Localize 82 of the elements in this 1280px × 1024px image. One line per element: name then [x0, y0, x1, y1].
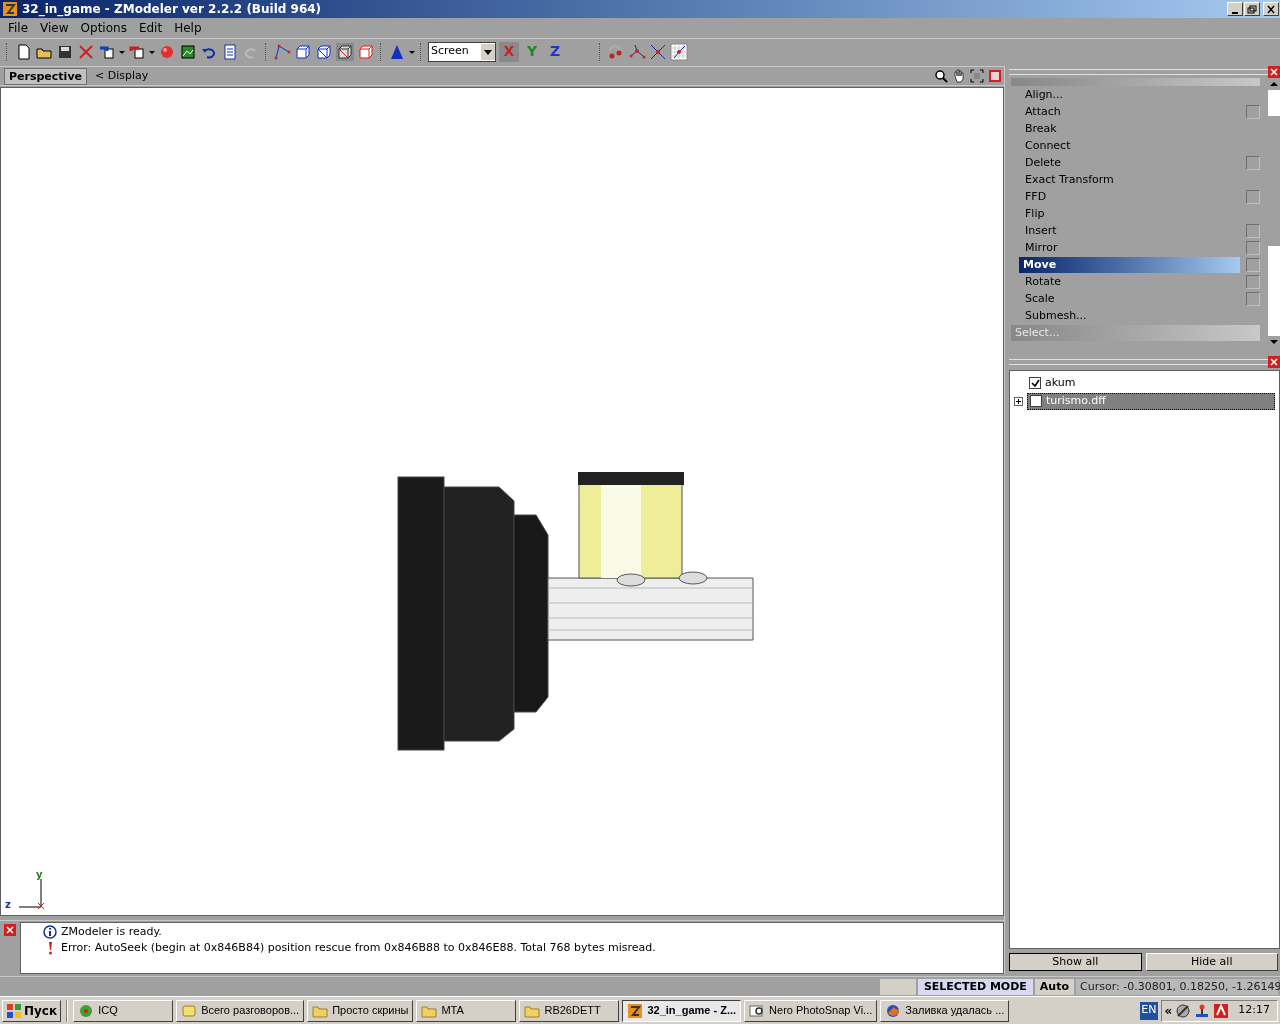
grid-snap-icon[interactable]	[670, 42, 688, 61]
search-icon[interactable]	[934, 69, 948, 83]
taskbar-button[interactable]: RB26DETT	[519, 999, 620, 1022]
expand-icon[interactable]	[1014, 396, 1023, 406]
cube-icon[interactable]	[294, 42, 312, 61]
hand-icon[interactable]	[952, 69, 966, 83]
taskbar-button[interactable]: MTA	[416, 999, 517, 1022]
viewport-tab[interactable]: Perspective	[4, 67, 87, 85]
joystick-icon[interactable]	[1194, 1002, 1211, 1019]
snap-vertex-icon[interactable]	[628, 42, 646, 61]
scroll-thumb[interactable]	[1268, 116, 1280, 246]
start-button[interactable]: Пуск	[2, 999, 62, 1022]
menu-item[interactable]: Options	[74, 19, 133, 37]
coord-dropdown[interactable]: Screen	[428, 41, 496, 62]
taskbar-button[interactable]: ICQ	[73, 999, 174, 1022]
scroll-up-icon[interactable]	[1268, 78, 1280, 90]
modify-command[interactable]: Align...	[1019, 86, 1240, 103]
taskbar-button[interactable]: Просто скрины	[307, 999, 414, 1022]
menu-item[interactable]: Edit	[132, 19, 169, 37]
language-indicator[interactable]: EN	[1140, 1001, 1158, 1020]
app-logo-icon	[2, 1, 18, 17]
snap-indicator: Auto	[1034, 978, 1074, 995]
log-message: Error: AutoSeek (begin at 0x846B84) position rescue from 0x846B88 to 0x846E88. Total 768 bytes misread.	[61, 939, 656, 956]
modify-command[interactable]: Exact Transform	[1019, 171, 1240, 188]
panel-button[interactable]: Hide all	[1145, 953, 1278, 971]
modify-command[interactable]: Submesh...	[1019, 307, 1240, 324]
panel-button[interactable]: Show all	[1009, 953, 1142, 971]
menu-item[interactable]: View	[34, 19, 75, 37]
chat-icon	[181, 1002, 198, 1019]
toggle-box[interactable]	[1246, 104, 1260, 119]
satellite-icon[interactable]	[1175, 1002, 1192, 1019]
menu-item[interactable]: Help	[168, 19, 208, 37]
taskbar-button[interactable]: Всего разговоров...	[176, 999, 305, 1022]
modify-command[interactable]: Break	[1019, 120, 1240, 137]
checkbox[interactable]	[1029, 377, 1041, 389]
tree-item[interactable]: akum	[1027, 374, 1275, 392]
modify-command[interactable]: Delete	[1019, 154, 1240, 171]
toggle-box[interactable]	[1246, 155, 1260, 170]
menu-item[interactable]: File	[2, 19, 35, 37]
axis-label: z	[5, 898, 11, 912]
flower-icon	[78, 1002, 95, 1019]
cube-icon[interactable]	[315, 42, 333, 61]
taskbar-button[interactable]: Nero PhotoSnap Vi...	[744, 999, 878, 1022]
mode-indicator: SELECTED MODE	[917, 978, 1033, 995]
modify-command[interactable]: Rotate	[1019, 273, 1240, 290]
display-link[interactable]: < Display	[95, 67, 149, 85]
axis-label: y	[36, 868, 43, 882]
log-message: ZModeler is ready.	[61, 923, 162, 940]
modify-command[interactable]: Move	[1019, 256, 1240, 273]
snap-edge-icon[interactable]	[649, 42, 667, 61]
cube-icon[interactable]	[357, 42, 375, 61]
cursor-coordinates: Cursor: -0.30801, 0.18250, -1.26149	[1076, 978, 1278, 995]
maximize-viewport-icon[interactable]	[988, 69, 1002, 83]
modify-command[interactable]: Connect	[1019, 137, 1240, 154]
dropdown-value: Screen	[430, 43, 469, 60]
cube-icon[interactable]	[336, 42, 354, 61]
tree-item[interactable]: turismo.dff	[1027, 392, 1275, 410]
tray-expand-button[interactable]: «	[1164, 1001, 1173, 1020]
clock: 12:17	[1238, 1002, 1270, 1019]
modify-command[interactable]: Mirror	[1019, 239, 1240, 256]
section-header: Select...	[1011, 325, 1260, 341]
toggle-box[interactable]	[1246, 189, 1260, 204]
modify-command[interactable]: Flip	[1019, 205, 1240, 222]
toggle-box[interactable]	[1246, 257, 1260, 272]
taskbar-button[interactable]: Заливка удалась ...	[880, 999, 1010, 1022]
toggle-box[interactable]	[1246, 240, 1260, 255]
globe-icon	[885, 1002, 902, 1019]
checkbox[interactable]	[1030, 395, 1042, 407]
toggle-box[interactable]	[1246, 223, 1260, 238]
window-title: 32_in_game - ZModeler ver 2.2.2 (Build 964)	[22, 1, 322, 18]
toggle-box[interactable]	[1246, 291, 1260, 306]
modify-command[interactable]: FFD	[1019, 188, 1240, 205]
modify-command[interactable]: Scale	[1019, 290, 1240, 307]
modify-command[interactable]: Attach	[1019, 103, 1240, 120]
document-icon[interactable]	[221, 42, 239, 61]
image-icon[interactable]	[179, 42, 197, 61]
windows-logo-icon	[6, 1002, 22, 1019]
taskbar-button[interactable]: 32_in_game - Z...	[622, 999, 742, 1022]
toggle-box[interactable]	[1246, 274, 1260, 289]
modify-command[interactable]: Insert	[1019, 222, 1240, 239]
info-icon	[43, 925, 57, 939]
app-logo-icon	[627, 1002, 644, 1019]
